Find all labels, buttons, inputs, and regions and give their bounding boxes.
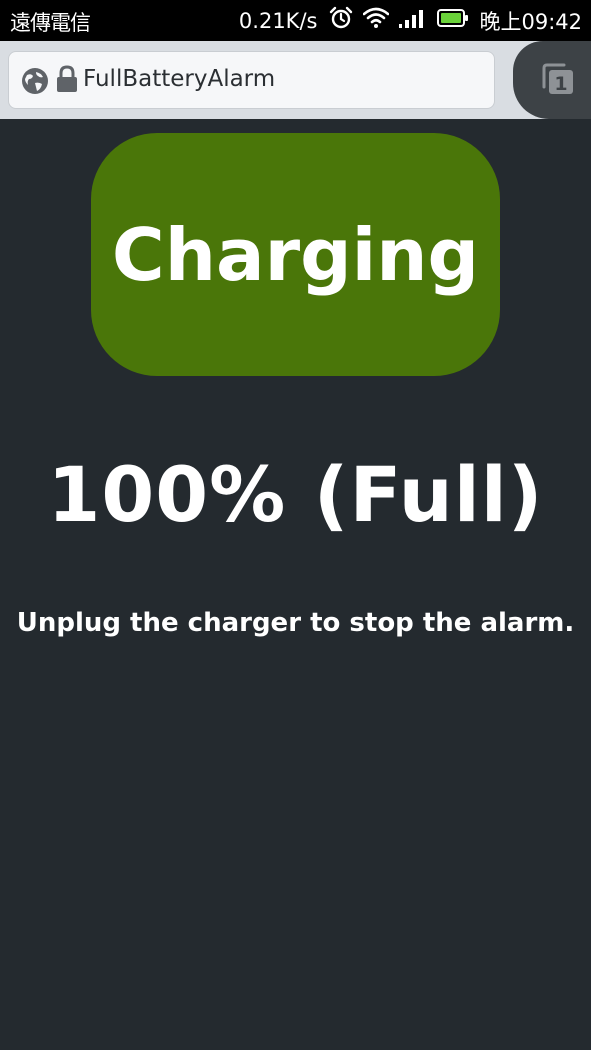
instruction-text: Unplug the charger to stop the alarm. bbox=[16, 608, 575, 638]
lock-icon bbox=[56, 65, 78, 97]
signal-icon bbox=[399, 8, 427, 33]
alarm-clock-icon bbox=[329, 6, 353, 35]
clock: 晚上09:42 bbox=[479, 9, 582, 34]
tabs-icon: 1 bbox=[540, 61, 576, 101]
network-speed: 0.21K/s bbox=[238, 8, 318, 33]
globe-icon bbox=[21, 67, 49, 99]
battery-level-text: 100% (Full) bbox=[47, 450, 544, 539]
wifi-icon bbox=[363, 7, 390, 34]
address-bar[interactable]: FullBatteryAlarm bbox=[8, 51, 495, 109]
charging-status-button[interactable]: Charging bbox=[91, 133, 500, 376]
browser-toolbar: FullBatteryAlarm 1 bbox=[0, 41, 591, 119]
tab-count: 1 bbox=[554, 73, 567, 95]
status-bar-right: 0.21K/s 晚上09:42 bbox=[239, 0, 582, 41]
status-bar: 遠傳電信 0.21K/s 晚上09:42 bbox=[0, 0, 591, 41]
tab-switcher-button[interactable]: 1 bbox=[513, 41, 591, 119]
battery-icon bbox=[437, 8, 469, 33]
carrier-name: 遠傳電信 bbox=[10, 11, 91, 35]
charging-status-label: Charging bbox=[111, 212, 480, 297]
url-text: FullBatteryAlarm bbox=[83, 66, 276, 92]
